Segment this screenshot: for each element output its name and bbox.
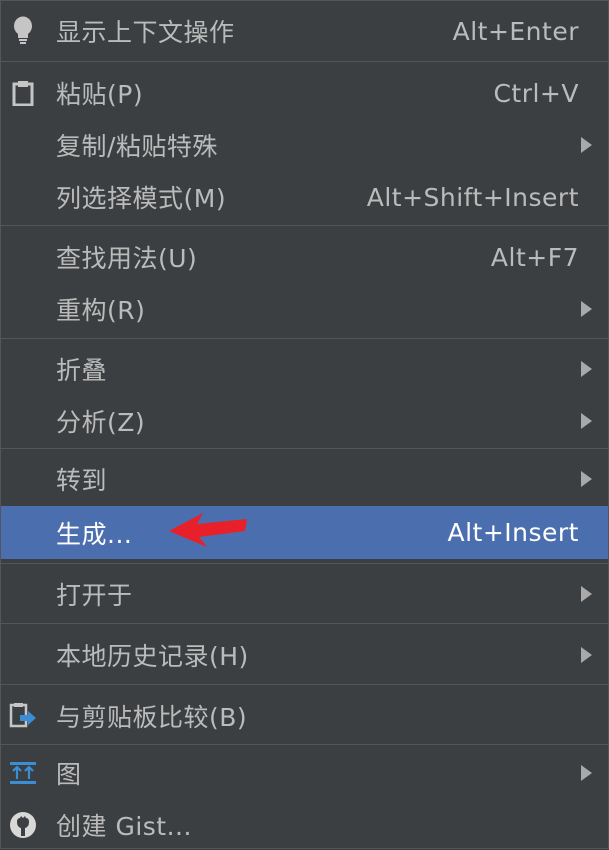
lightbulb-icon	[7, 15, 39, 47]
submenu-arrow-icon	[581, 765, 592, 781]
menu-item-copy-paste-special[interactable]: 复制/粘贴特殊	[1, 119, 608, 171]
menu-item-label: 与剪贴板比较(B)	[56, 702, 248, 732]
menu-separator	[1, 623, 608, 624]
menu-item-go-to[interactable]: 转到	[1, 454, 608, 504]
menu-item-shortcut: Alt+F7	[490, 242, 579, 272]
submenu-arrow-icon	[581, 413, 592, 429]
clipboard-icon	[7, 77, 39, 109]
menu-item-label: 查找用法(U)	[56, 244, 198, 273]
menu-item-label: 打开于	[56, 580, 133, 610]
menu-separator	[1, 684, 608, 685]
submenu-arrow-icon	[581, 301, 592, 317]
menu-item-shortcut: Alt+Enter	[452, 16, 579, 46]
compare-clipboard-icon	[7, 700, 39, 732]
menu-separator	[1, 338, 608, 339]
menu-item-show-context-actions[interactable]: 显示上下文操作 Alt+Enter	[1, 1, 608, 61]
menu-item-label: 生成...	[56, 519, 133, 549]
menu-item-label: 显示上下文操作	[56, 18, 235, 47]
menu-item-label: 转到	[56, 466, 108, 495]
menu-item-label: 折叠	[56, 356, 108, 385]
menu-separator	[1, 61, 608, 62]
menu-item-compare-with-clipboard[interactable]: 与剪贴板比较(B)	[1, 689, 608, 742]
menu-item-shortcut: Alt+Shift+Insert	[366, 182, 579, 212]
menu-item-local-history[interactable]: 本地历史记录(H)	[1, 628, 608, 681]
menu-item-label: 列选择模式(M)	[56, 184, 227, 213]
menu-item-folding[interactable]: 折叠	[1, 343, 608, 395]
menu-item-label: 重构(R)	[56, 296, 146, 325]
submenu-arrow-icon	[581, 585, 592, 602]
github-icon	[7, 809, 39, 841]
submenu-arrow-icon	[581, 361, 592, 377]
menu-item-label: 粘贴(P)	[56, 80, 144, 109]
menu-item-analyze[interactable]: 分析(Z)	[1, 395, 608, 447]
menu-separator	[1, 744, 608, 745]
menu-item-label: 分析(Z)	[56, 408, 146, 437]
menu-separator	[1, 563, 608, 564]
menu-separator	[1, 225, 608, 226]
menu-item-refactor[interactable]: 重构(R)	[1, 283, 608, 335]
context-menu: 显示上下文操作 Alt+Enter 粘贴(P) Ctrl+V 复制/粘贴特殊 列…	[0, 0, 609, 849]
menu-item-label: 复制/粘贴特殊	[56, 132, 218, 161]
menu-item-shortcut: Ctrl+V	[493, 78, 579, 108]
submenu-arrow-icon	[581, 471, 592, 487]
menu-item-find-usages[interactable]: 查找用法(U) Alt+F7	[1, 231, 608, 283]
menu-separator	[1, 448, 608, 449]
annotation-arrow-icon	[169, 513, 247, 547]
menu-item-paste[interactable]: 粘贴(P) Ctrl+V	[1, 67, 608, 119]
menu-item-generate[interactable]: 生成... Alt+Insert	[1, 506, 608, 559]
menu-item-open-in[interactable]: 打开于	[1, 567, 608, 620]
menu-item-shortcut: Alt+Insert	[447, 518, 579, 547]
submenu-arrow-icon	[581, 137, 592, 153]
menu-item-diagram[interactable]: 图	[1, 748, 608, 798]
menu-item-label: 创建 Gist...	[56, 812, 192, 841]
submenu-arrow-icon	[581, 646, 592, 663]
diagram-icon	[7, 757, 39, 789]
menu-item-label: 本地历史记录(H)	[56, 641, 249, 671]
menu-item-create-gist[interactable]: 创建 Gist...	[1, 800, 608, 850]
menu-item-label: 图	[56, 760, 82, 789]
menu-item-column-selection-mode[interactable]: 列选择模式(M) Alt+Shift+Insert	[1, 171, 608, 223]
